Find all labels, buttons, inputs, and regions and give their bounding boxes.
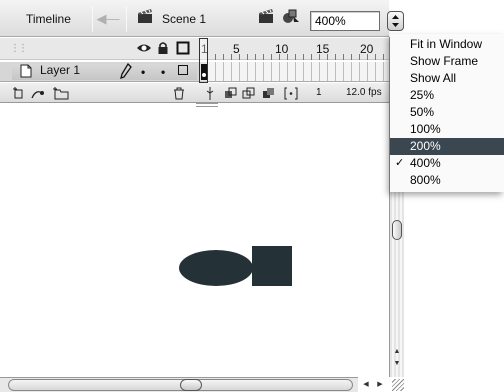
outline-toggle[interactable]: [178, 65, 188, 75]
menu-item-label: 50%: [410, 105, 435, 119]
menu-item-label: 100%: [410, 122, 441, 136]
toolbar-divider: [92, 6, 93, 32]
lock-icon[interactable]: [157, 41, 169, 58]
frame-number: 5: [233, 42, 240, 56]
center-frame-icon[interactable]: [206, 87, 214, 103]
keyframe[interactable]: [201, 64, 207, 80]
rectangle-shape[interactable]: [252, 246, 292, 286]
menu-item-label: Fit in Window: [410, 37, 483, 51]
frame-rate: 12.0 fps: [346, 87, 382, 98]
page-icon: [18, 63, 34, 82]
resize-grip-icon[interactable]: [392, 379, 404, 391]
zoom-dropdown-button[interactable]: [387, 11, 404, 31]
scroll-left-icon[interactable]: ◀: [360, 378, 372, 391]
menu-item-label: 25%: [410, 88, 435, 102]
clapperboard-icon: [136, 8, 156, 30]
scroll-right-icon[interactable]: ▶: [374, 378, 386, 391]
trash-icon[interactable]: [172, 87, 186, 103]
edit-scene-icon[interactable]: [257, 8, 277, 30]
menu-item-show-frame[interactable]: Show Frame: [390, 53, 504, 70]
menu-item-label: Show Frame: [410, 54, 479, 68]
menu-item-25[interactable]: 25%: [390, 87, 504, 104]
stage[interactable]: [0, 107, 389, 377]
menu-item-show-all[interactable]: Show All: [390, 70, 504, 87]
toolbar-divider: [126, 6, 127, 32]
menu-item-50[interactable]: 50%: [390, 104, 504, 121]
current-frame: 1: [316, 87, 322, 98]
frame-cells[interactable]: [208, 62, 389, 82]
chevron-updown-icon: [392, 15, 399, 27]
pencil-icon: [120, 62, 132, 82]
menu-item-label: 200%: [410, 139, 441, 153]
menu-item-label: Show All: [410, 71, 457, 85]
menu-item-label: 800%: [410, 173, 441, 187]
vertical-scroll-thumb[interactable]: [392, 220, 402, 240]
edit-multiple-frames-icon[interactable]: [262, 87, 276, 103]
menu-item-label: 400%: [410, 156, 441, 170]
timeline-status-bar: 1 12.0 fps: [0, 83, 389, 103]
menu-item-fit-in-window[interactable]: Fit in Window: [390, 36, 504, 53]
lock-dot[interactable]: •: [161, 65, 165, 79]
modify-markers-icon[interactable]: [284, 87, 298, 103]
scene-name: Scene 1: [162, 12, 207, 26]
zoom-menu: Fit in Window Show Frame Show All 25% 50…: [390, 34, 504, 192]
frame-number: 15: [316, 42, 330, 56]
onion-skin-icon[interactable]: [224, 87, 238, 103]
drag-handle-icon[interactable]: ⋮⋮: [10, 43, 28, 54]
zoom-input[interactable]: [310, 11, 380, 31]
timeline-toggle-button[interactable]: Timeline: [14, 8, 90, 30]
ellipse-shape[interactable]: [179, 250, 253, 286]
insert-layer-icon[interactable]: [12, 87, 28, 103]
onion-skin-outlines-icon[interactable]: [242, 87, 256, 103]
frame-number: 10: [275, 42, 289, 56]
add-motion-guide-icon[interactable]: [30, 87, 46, 103]
checkmark-icon: ✓: [395, 157, 405, 169]
menu-item-400[interactable]: ✓ 400%: [390, 155, 504, 172]
scroll-up-icon[interactable]: ▲: [391, 346, 403, 357]
horizontal-scroll-thumb[interactable]: [180, 379, 202, 391]
visibility-dot[interactable]: •: [141, 65, 145, 79]
eye-icon[interactable]: [136, 41, 152, 58]
menu-item-100[interactable]: 100%: [390, 121, 504, 138]
menu-item-200[interactable]: 200%: [390, 138, 504, 155]
frame-number: 20: [360, 42, 374, 56]
layer-name: Layer 1: [40, 63, 81, 77]
insert-folder-icon[interactable]: [52, 87, 70, 103]
menu-item-800[interactable]: 800%: [390, 172, 504, 189]
back-arrow-icon[interactable]: ◀—: [96, 8, 120, 30]
outline-icon[interactable]: [176, 41, 190, 58]
scroll-down-icon[interactable]: ▼: [391, 358, 403, 369]
edit-symbols-icon[interactable]: [281, 8, 303, 30]
